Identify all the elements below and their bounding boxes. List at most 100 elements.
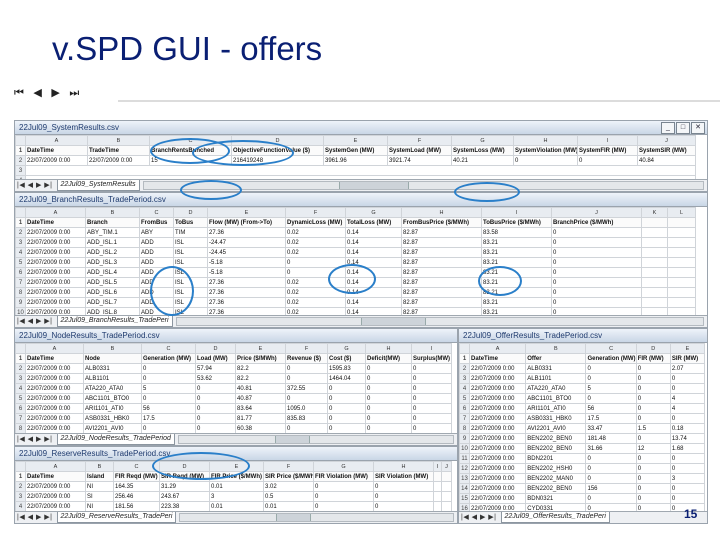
cell[interactable]: ADD_ISL.1 — [85, 237, 140, 248]
header-cell[interactable]: TradeTime — [87, 145, 150, 156]
cell[interactable]: 0 — [669, 373, 706, 384]
cell[interactable]: 22/07/2009 0:00 — [25, 393, 84, 404]
scrollbar-thumb[interactable] — [274, 436, 310, 443]
header-cell[interactable]: Offer — [525, 353, 587, 364]
cell[interactable]: ABY_TIM.1 — [85, 227, 140, 238]
cell[interactable]: ADD_ISL.3 — [85, 257, 140, 268]
column-letter[interactable]: F — [285, 207, 346, 218]
column-letter[interactable]: I — [433, 461, 442, 472]
column-letter[interactable]: D — [173, 207, 208, 218]
cell[interactable]: 56 — [141, 403, 196, 414]
cell[interactable]: 31.66 — [585, 443, 637, 454]
column-letter[interactable]: D — [635, 343, 671, 354]
column-letter[interactable]: D — [195, 343, 236, 354]
header-cell[interactable]: SystemSIR (MW) — [637, 145, 696, 156]
cell[interactable]: 60.38 — [235, 423, 286, 434]
header-cell[interactable]: FromBusPrice ($/MWh) — [401, 217, 482, 228]
cell[interactable]: 0 — [635, 363, 671, 374]
cell[interactable]: 0 — [577, 155, 638, 166]
cell[interactable]: 156 — [585, 483, 637, 494]
header-cell[interactable]: DateTime — [25, 353, 84, 364]
cell[interactable]: ASB0331_HBK0 — [525, 413, 587, 424]
column-letter[interactable]: J — [637, 135, 696, 146]
cell[interactable]: 3.02 — [263, 481, 314, 492]
cell[interactable]: 0.01 — [209, 481, 264, 492]
cell[interactable]: ADD_ISL.7 — [85, 297, 140, 308]
cell[interactable]: ABC1101_BTO0 — [83, 393, 142, 404]
header-cell[interactable]: Deficit(MW) — [365, 353, 412, 364]
cell[interactable]: 181.56 — [113, 501, 160, 512]
header-cell[interactable]: Load (MW) — [195, 353, 236, 364]
cell[interactable]: 22/07/2009 0:00 — [469, 453, 527, 464]
column-letter[interactable]: F — [285, 343, 328, 354]
cell[interactable]: 27.36 — [207, 227, 286, 238]
sheet-nav-arrows-icon[interactable]: |◀ ◀ ▶ ▶| — [15, 316, 55, 327]
cell[interactable]: 22/07/2009 0:00 — [469, 403, 527, 414]
cell[interactable]: 22/07/2009 0:00 — [469, 443, 527, 454]
cell[interactable]: NI — [85, 501, 114, 512]
cell[interactable]: 22/07/2009 0:00 — [469, 433, 527, 444]
cell[interactable] — [667, 267, 696, 278]
column-letter[interactable]: A — [25, 461, 86, 472]
cell[interactable]: AVI2201_AVI0 — [83, 423, 142, 434]
cell[interactable]: 0 — [141, 363, 196, 374]
cell[interactable]: 22/07/2009 0:00 — [469, 493, 527, 504]
cell[interactable]: 0 — [551, 297, 642, 308]
header-cell[interactable]: Flow (MW) (From->To) — [207, 217, 286, 228]
cell[interactable]: 0 — [551, 287, 642, 298]
cell[interactable]: NI — [85, 481, 114, 492]
cell[interactable]: 0 — [285, 257, 346, 268]
column-letter[interactable]: F — [387, 135, 452, 146]
sheet-nav-arrows-icon[interactable]: |◀ ◀ ▶ ▶| — [15, 180, 55, 191]
cell[interactable]: 22/07/2009 0:00 — [469, 383, 527, 394]
cell[interactable]: ADD_ISL.5 — [85, 277, 140, 288]
cell[interactable]: AVI2201_AVI0 — [525, 423, 587, 434]
cell[interactable] — [433, 491, 442, 502]
cell[interactable]: ABC1101_BTO0 — [525, 393, 587, 404]
cell[interactable]: 0 — [327, 423, 366, 434]
cell[interactable]: 22/07/2009 0:00 — [25, 383, 84, 394]
sheet-nav-arrows-icon[interactable]: |◀ ◀ ▶ ▶| — [459, 512, 499, 523]
sheet-tab[interactable]: 22Jul09_OfferResults_TradePeri — [500, 512, 610, 523]
cell[interactable]: -5.18 — [207, 267, 286, 278]
cell[interactable]: 22/07/2009 0:00 — [25, 237, 86, 248]
cell[interactable]: 0 — [365, 403, 412, 414]
cell[interactable]: ADD — [139, 247, 174, 258]
first-slide-icon[interactable]: ⏮ — [14, 86, 25, 99]
cell[interactable]: 0 — [365, 423, 412, 434]
cell[interactable]: 22/07/2009 0:00 — [470, 524, 526, 525]
cell[interactable]: 22/07/2009 0:00 — [469, 473, 527, 484]
cell[interactable]: 22/07/2009 0:00 — [25, 287, 86, 298]
cell[interactable] — [441, 491, 452, 502]
cell[interactable]: 22/07/2009 0:00 — [469, 393, 527, 404]
cell[interactable]: 83.21 — [481, 297, 552, 308]
cell[interactable]: BEN2202_HSH0 — [525, 463, 587, 474]
cell[interactable]: 3921.74 — [387, 155, 452, 166]
cell[interactable]: 17.5 — [585, 413, 637, 424]
cell[interactable]: 22/07/2009 0:00 — [469, 463, 527, 474]
cell[interactable]: 53.62 — [195, 373, 236, 384]
column-letter[interactable]: B — [525, 343, 587, 354]
cell[interactable]: 82.87 — [401, 237, 482, 248]
cell[interactable]: ARI1101_ATI0 — [83, 403, 142, 414]
cell[interactable]: 2.07 — [669, 363, 706, 374]
column-letter[interactable]: G — [451, 135, 514, 146]
cell[interactable]: 17.5 — [141, 413, 196, 424]
cell[interactable]: 0.02 — [285, 237, 346, 248]
column-letter[interactable]: B — [85, 207, 140, 218]
sheet-tab[interactable]: 22Jul09_SystemResults — [56, 180, 140, 191]
close-button[interactable]: ✕ — [691, 122, 705, 134]
cell[interactable]: 82.2 — [235, 373, 286, 384]
sheet-nav-arrows-icon[interactable]: |◀ ◀ ▶ ▶| — [15, 434, 55, 445]
cell[interactable]: 223.38 — [159, 501, 210, 512]
column-letter[interactable]: A — [25, 343, 84, 354]
prev-slide-icon[interactable]: ◀ — [33, 86, 42, 99]
cell[interactable]: 0 — [365, 373, 412, 384]
cell[interactable]: 0.14 — [345, 227, 402, 238]
cell[interactable]: ABY — [139, 227, 174, 238]
cell[interactable] — [441, 481, 452, 492]
sheet-tab[interactable]: 22Jul09_NodeResults_TradePeriod — [56, 434, 175, 445]
cell[interactable]: BDN0321 — [525, 493, 587, 504]
cell[interactable]: 27.36 — [207, 297, 286, 308]
cell[interactable]: 0 — [635, 393, 671, 404]
